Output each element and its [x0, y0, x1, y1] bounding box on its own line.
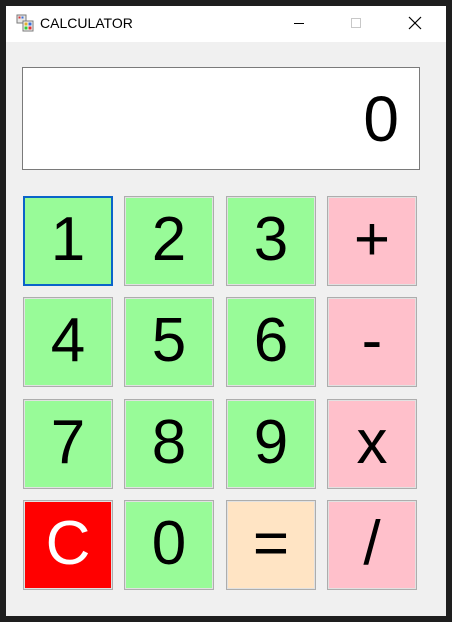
close-button[interactable]	[392, 6, 438, 40]
multiply-button[interactable]: x	[327, 399, 417, 489]
minimize-icon	[294, 23, 304, 24]
subtract-button[interactable]: -	[327, 297, 417, 387]
equals-button[interactable]: =	[226, 500, 316, 590]
result-display: 0	[22, 67, 420, 170]
clear-button[interactable]: C	[23, 500, 113, 590]
window-title: CALCULATOR	[40, 15, 133, 31]
add-button[interactable]: +	[327, 196, 417, 286]
divide-button[interactable]: /	[327, 500, 417, 590]
maximize-button	[333, 6, 379, 40]
close-icon	[408, 16, 422, 30]
maximize-icon	[351, 18, 361, 28]
key-8[interactable]: 8	[124, 399, 214, 489]
calculator-window: CALCULATOR 0 1 2 3 + 4 5 6 - 7 8 9 x C 0…	[6, 6, 446, 616]
app-icon	[16, 14, 34, 32]
key-1[interactable]: 1	[23, 196, 113, 286]
key-9[interactable]: 9	[226, 399, 316, 489]
minimize-button[interactable]	[276, 6, 322, 40]
key-0[interactable]: 0	[124, 500, 214, 590]
key-7[interactable]: 7	[23, 399, 113, 489]
title-bar[interactable]: CALCULATOR	[6, 6, 446, 42]
key-3[interactable]: 3	[226, 196, 316, 286]
key-4[interactable]: 4	[23, 297, 113, 387]
key-6[interactable]: 6	[226, 297, 316, 387]
key-5[interactable]: 5	[124, 297, 214, 387]
key-2[interactable]: 2	[124, 196, 214, 286]
